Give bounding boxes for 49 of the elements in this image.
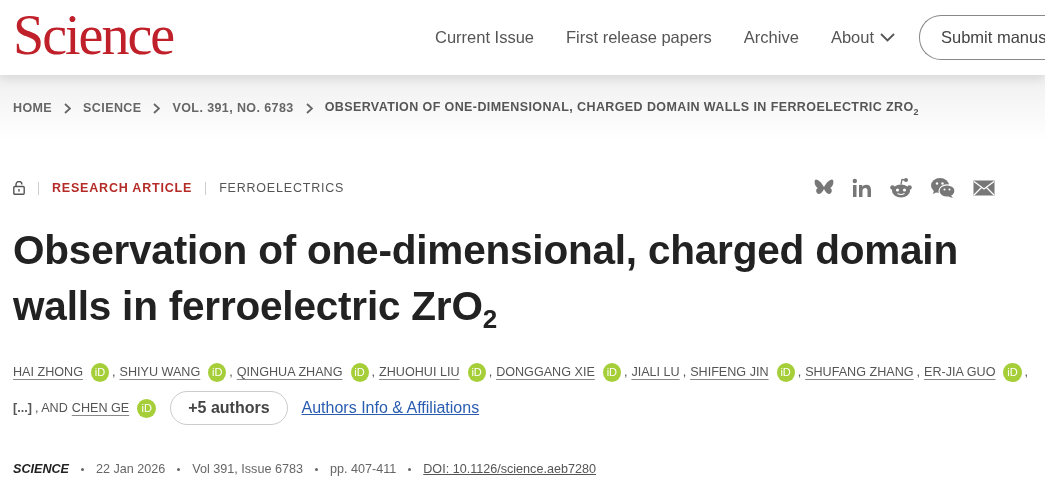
doi-link[interactable]: DOI: 10.1126/science.aeb7280 <box>423 462 596 476</box>
author-link[interactable]: CHEN GE <box>71 401 130 415</box>
journal-name: SCIENCE <box>13 462 69 476</box>
article-title: Observation of one-dimensional, charged domain walls in ferroelectric ZrO$_{2}$ <box>13 226 959 334</box>
subject-link[interactable]: FERROELECTRICS <box>219 181 345 195</box>
author-separator: , <box>623 365 628 379</box>
author-separator: , <box>682 365 687 379</box>
linkedin-icon[interactable] <box>852 178 872 198</box>
envelope-icon[interactable] <box>973 180 995 196</box>
alien-head-icon[interactable] <box>889 177 913 199</box>
more-authors-button[interactable]: +5 authors <box>170 391 288 425</box>
more-authors-ellipsis[interactable]: [...] <box>13 401 32 415</box>
publication-detail: Vol 391, Issue 6783 <box>192 462 303 476</box>
publication-detail: 22 Jan 2026 <box>96 462 166 476</box>
chevron-down-icon[interactable] <box>880 33 895 42</box>
author-separator: , <box>229 365 233 379</box>
author-link[interactable]: QINGHUA ZHANG <box>236 365 343 379</box>
nav-link[interactable]: About <box>830 28 895 47</box>
breadcrumb-link[interactable]: VOL. 391, NO. 6783 <box>172 101 294 115</box>
author-separator: , <box>371 365 376 379</box>
author-separator: , <box>488 365 493 379</box>
breadcrumb-link[interactable]: SCIENCE <box>83 101 142 115</box>
science-logo[interactable]: Science <box>13 6 174 63</box>
author-link[interactable]: ER-JIA GUO <box>924 365 996 379</box>
author-separator: , <box>112 365 116 379</box>
publication-detail: pp. 407-411 <box>329 462 397 476</box>
author-separator: , <box>916 365 921 379</box>
breadcrumb-link[interactable]: HOME <box>13 101 53 115</box>
authors-info-link[interactable]: Authors Info & Affiliations <box>301 399 480 417</box>
breadcrumb-link[interactable]: OBSERVATION OF ONE-DIMENSIONAL, CHARGED DOMAIN WALLS IN FERROELECTRIC ZRO$_{2}$ <box>324 99 919 117</box>
article-type: RESEARCH ARTICLE <box>52 181 193 195</box>
author-link[interactable]: JIALI LU <box>631 365 680 379</box>
nav-link[interactable]: First release papers <box>566 28 712 47</box>
chevron-right-icon <box>153 102 161 114</box>
chat-bubbles-icon[interactable] <box>930 177 956 199</box>
chevron-right-icon <box>305 102 313 114</box>
nav-link[interactable]: Archive <box>743 28 799 47</box>
author-link[interactable]: SHIFENG JIN <box>690 365 769 379</box>
author-link[interactable]: HAI ZHONG <box>13 365 83 379</box>
author-link[interactable]: DONGGANG XIE <box>496 365 595 379</box>
chevron-right-icon <box>64 102 72 114</box>
author-link[interactable]: ZHUOHUI LIU <box>379 365 460 379</box>
author-link[interactable]: SHIYU WANG <box>119 365 201 379</box>
nav-link[interactable]: Current Issue <box>435 28 535 47</box>
submit-button[interactable]: Submit manus <box>919 15 1045 60</box>
author-link[interactable]: SHUFANG ZHANG <box>805 365 914 379</box>
author-separator: , <box>1024 365 1029 379</box>
author-separator: , <box>797 365 802 379</box>
author-separator: , AND <box>34 401 68 415</box>
